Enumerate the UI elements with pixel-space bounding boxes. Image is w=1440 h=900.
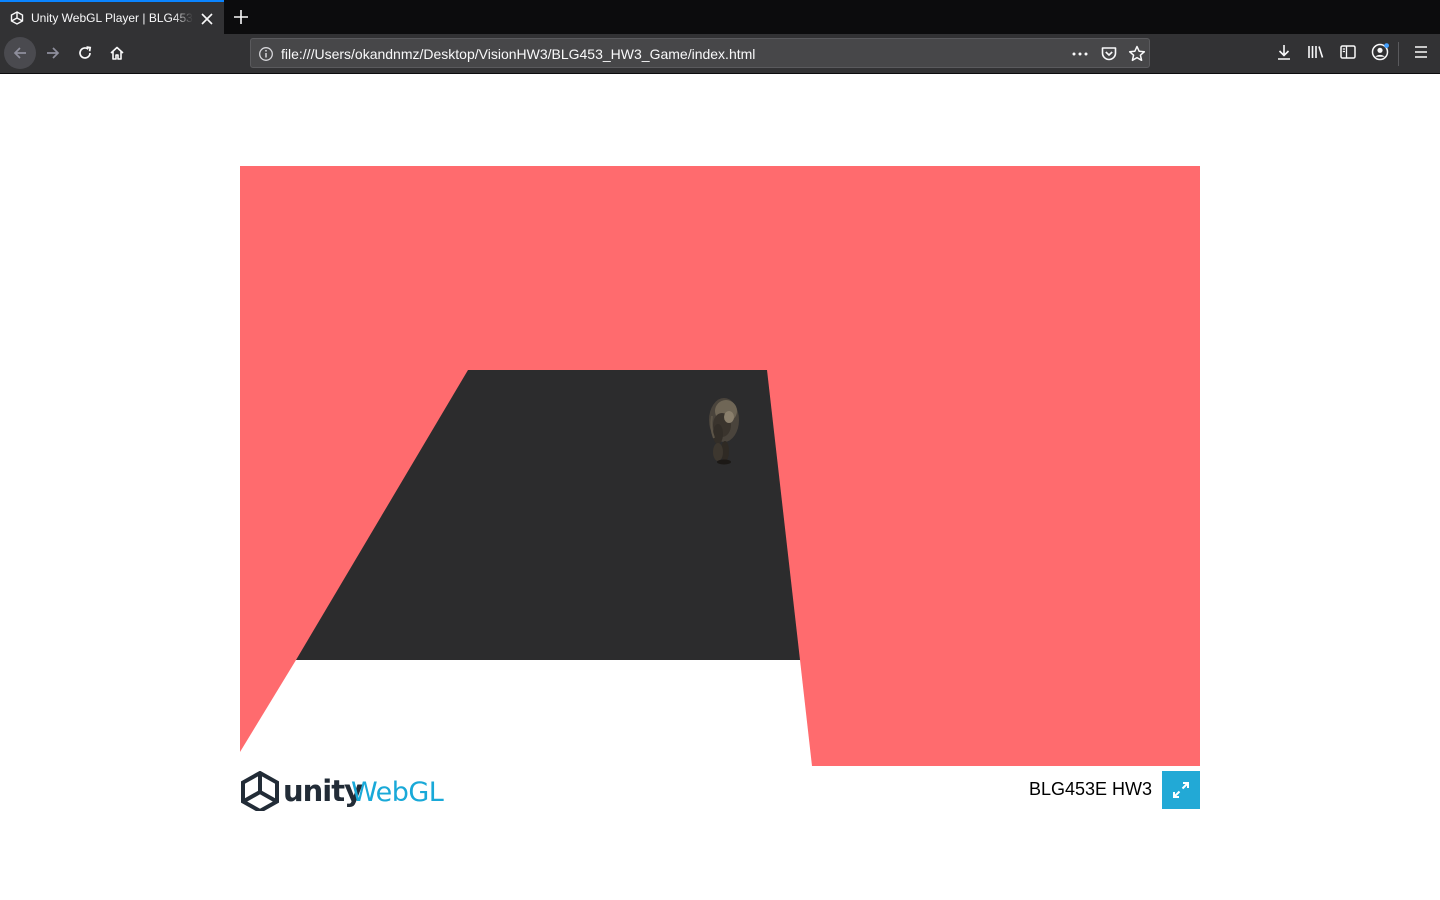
url-bar[interactable]: file:///Users/okandnmz/Desktop/VisionHW3… <box>250 38 1150 68</box>
tab-strip: Unity WebGL Player | BLG453E HW3 <box>0 0 1440 34</box>
browser-tab[interactable]: Unity WebGL Player | BLG453E HW3 <box>0 0 224 34</box>
unity-icon <box>10 11 24 25</box>
pocket-icon[interactable] <box>1099 44 1119 64</box>
url-text[interactable]: file:///Users/okandnmz/Desktop/VisionHW3… <box>281 45 755 63</box>
back-button[interactable] <box>4 37 36 69</box>
forward-button[interactable] <box>37 37 69 69</box>
webgl-footer: unity WebGL BLG453E HW3 <box>240 770 1200 811</box>
library-icon[interactable] <box>1306 42 1326 62</box>
sidebar-icon[interactable] <box>1338 42 1358 62</box>
fullscreen-icon <box>1173 782 1189 798</box>
home-icon <box>110 46 124 60</box>
game-title: BLG453E HW3 <box>1028 779 1152 799</box>
plus-icon <box>234 10 248 24</box>
reload-button[interactable] <box>69 37 101 69</box>
unity-icon <box>241 771 279 811</box>
unity-webgl-logo[interactable]: unity WebGL <box>240 771 450 811</box>
star-icon[interactable] <box>1127 44 1147 64</box>
new-tab-button[interactable] <box>230 6 252 28</box>
reload-icon <box>79 46 92 59</box>
home-button[interactable] <box>101 37 133 69</box>
logo-webgl-text: WebGL <box>351 777 444 808</box>
more-dots-icon[interactable] <box>1069 44 1091 64</box>
game-canvas[interactable] <box>240 166 1200 766</box>
void-area <box>240 660 812 766</box>
fullscreen-button[interactable] <box>1162 771 1200 809</box>
arrow-left-icon <box>13 47 26 59</box>
navigation-toolbar: file:///Users/okandnmz/Desktop/VisionHW3… <box>0 34 1440 74</box>
toolbar-divider <box>1398 42 1399 66</box>
info-icon[interactable] <box>258 46 274 62</box>
menu-icon[interactable] <box>1411 42 1431 62</box>
close-tab-icon[interactable] <box>199 11 215 27</box>
arrow-right-icon <box>47 47 60 59</box>
download-icon[interactable] <box>1274 42 1294 62</box>
account-icon[interactable] <box>1370 42 1390 62</box>
webpage: unity WebGL BLG453E HW3 <box>0 74 1440 900</box>
tab-title: Unity WebGL Player | BLG453E HW3 <box>31 11 193 25</box>
